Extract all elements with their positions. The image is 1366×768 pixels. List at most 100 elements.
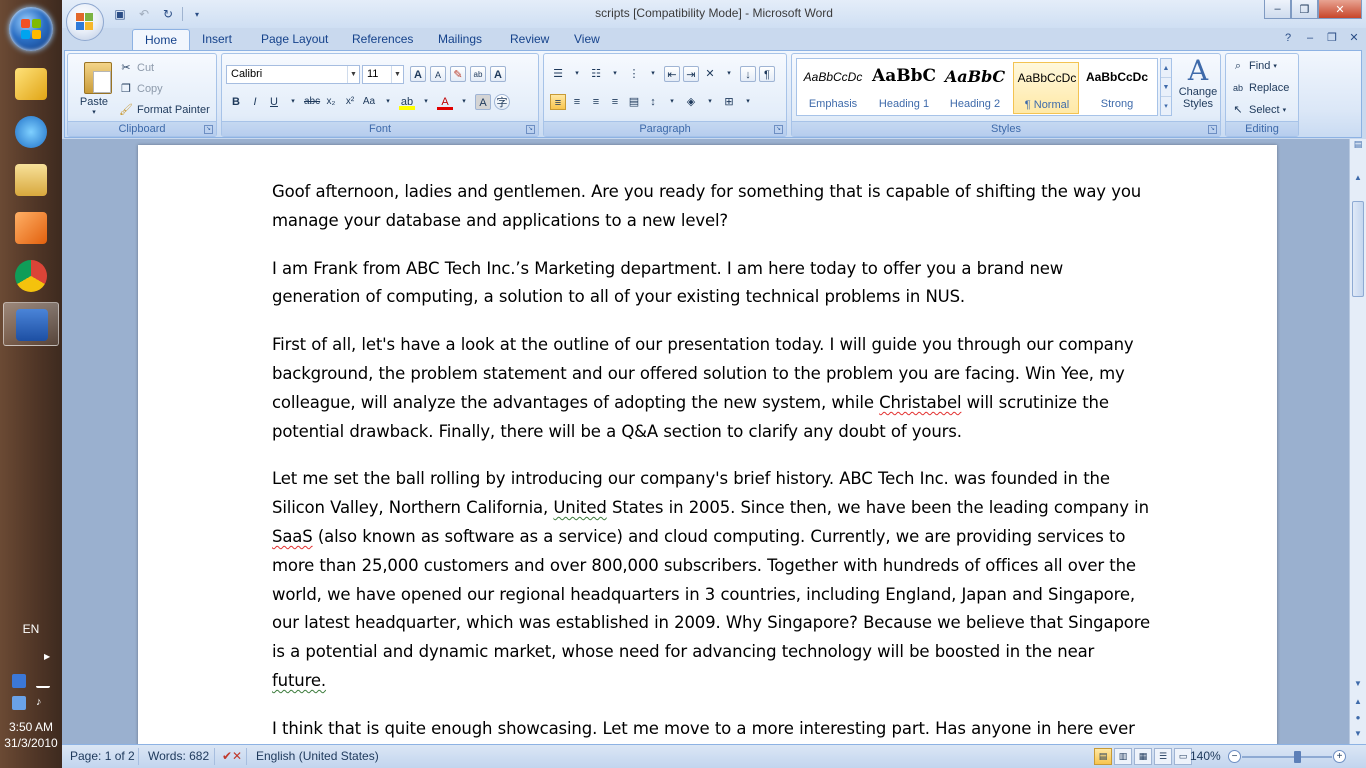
signal-icon[interactable] [36, 674, 50, 688]
proofing-errors-icon[interactable]: ✔✕ [222, 749, 242, 763]
format-painter-button[interactable]: 🖌 Format Painter [118, 102, 210, 118]
font-color-icon[interactable]: A [437, 94, 453, 110]
tab-page-layout[interactable]: Page Layout [249, 29, 340, 51]
change-case-icon[interactable]: Aa [361, 94, 377, 110]
bold-icon[interactable]: B [228, 94, 244, 110]
bullets-icon[interactable]: ☰ [550, 66, 566, 82]
ruler-toggle-icon[interactable]: ▤ [1350, 139, 1366, 169]
outline-view-icon[interactable]: ☰ [1154, 748, 1172, 765]
bullets-dropdown-icon[interactable]: ▾ [569, 66, 585, 82]
font-launcher-icon[interactable]: ↘ [526, 125, 535, 134]
shading-icon[interactable]: ◈ [683, 94, 699, 110]
select-browse-object-icon[interactable]: ● [1350, 711, 1366, 725]
align-right-icon[interactable]: ≡ [588, 94, 604, 110]
subscript-icon[interactable]: x₂ [323, 94, 339, 110]
scroll-up-icon[interactable]: ▲ [1350, 171, 1366, 185]
taskbar-chrome[interactable] [3, 254, 59, 298]
borders-dropdown-icon[interactable]: ▾ [740, 94, 756, 110]
minimize-button[interactable]: – [1264, 0, 1291, 19]
font-name-dropdown-icon[interactable]: ▼ [347, 66, 359, 83]
sort-icon[interactable]: ↓ [740, 66, 756, 82]
clear-formatting-icon[interactable]: ✎ [450, 66, 466, 82]
superscript-icon[interactable]: x² [342, 94, 358, 110]
help-icon[interactable]: ? [1280, 30, 1296, 46]
enclose-characters-icon[interactable]: 字 [494, 94, 510, 110]
highlight-dropdown-icon[interactable]: ▾ [418, 94, 434, 110]
close-button[interactable]: ✕ [1318, 0, 1362, 19]
justify-icon[interactable]: ≡ [607, 94, 623, 110]
style-heading-2[interactable]: AaBbC Heading 2 [942, 62, 1008, 114]
find-button[interactable]: ⌕ Find ▾ [1230, 58, 1277, 74]
previous-page-icon[interactable]: ▲ [1350, 695, 1366, 709]
change-case-dropdown-icon[interactable]: ▾ [380, 94, 396, 110]
character-shading-icon[interactable]: A [475, 94, 491, 110]
redo-icon[interactable]: ↻ [158, 5, 178, 23]
zoom-level[interactable]: 140% [1190, 749, 1221, 763]
office-button[interactable] [66, 3, 104, 41]
network-icon[interactable] [12, 696, 26, 710]
style-normal[interactable]: AaBbCcDc ¶ Normal [1013, 62, 1079, 114]
change-styles-button[interactable]: A Change Styles [1176, 56, 1220, 122]
shrink-font-icon[interactable]: A [430, 66, 446, 82]
print-layout-icon[interactable]: ▤ [1094, 748, 1112, 765]
highlight-color-icon[interactable]: ab [399, 94, 415, 110]
tab-review[interactable]: Review [498, 29, 561, 51]
zoom-out-icon[interactable]: − [1228, 750, 1241, 763]
styles-launcher-icon[interactable]: ↘ [1208, 125, 1217, 134]
line-spacing-icon[interactable]: ↕ [645, 94, 661, 110]
styles-scroll-up-icon[interactable]: ▲ [1161, 59, 1171, 78]
tab-mailings[interactable]: Mailings [426, 29, 494, 51]
phonetic-guide-icon[interactable]: ab [470, 66, 486, 82]
style-emphasis[interactable]: AaBbCcDc Emphasis [800, 62, 866, 114]
document-page[interactable]: Goof afternoon, ladies and gentlemen. Ar… [138, 145, 1277, 744]
multilevel-dropdown-icon[interactable]: ▾ [645, 66, 661, 82]
tab-insert[interactable]: Insert [190, 29, 244, 51]
styles-scroll-down-icon[interactable]: ▼ [1161, 78, 1171, 97]
grammar-error-united[interactable]: United [553, 498, 606, 517]
network-adapter-icon[interactable] [12, 674, 26, 688]
page-count[interactable]: Page: 1 of 2 [70, 749, 135, 763]
select-button[interactable]: ↖ Select ▾ [1230, 102, 1286, 118]
vertical-scrollbar[interactable]: ▤ ▲ ▼ ▲ ● ▼ [1349, 139, 1366, 744]
paragraph-launcher-icon[interactable]: ↘ [774, 125, 783, 134]
scroll-down-icon[interactable]: ▼ [1350, 677, 1366, 691]
tray-expand-icon[interactable]: ▶ [44, 652, 50, 661]
language-indicator[interactable]: EN [0, 622, 62, 636]
paste-button[interactable]: Paste ▾ [72, 56, 116, 120]
tab-home[interactable]: Home [132, 29, 191, 51]
underline-dropdown-icon[interactable]: ▾ [285, 94, 301, 110]
zoom-in-icon[interactable]: + [1333, 750, 1346, 763]
strikethrough-icon[interactable]: abc [304, 94, 320, 110]
align-center-icon[interactable]: ≡ [569, 94, 585, 110]
undo-icon[interactable]: ↶ [134, 5, 154, 23]
spelling-error-saas[interactable]: SaaS [272, 527, 313, 546]
style-strong[interactable]: AaBbCcDc Strong [1084, 62, 1150, 114]
character-border-icon[interactable]: A [490, 66, 506, 82]
taskbar-word[interactable] [3, 302, 59, 346]
doc-restore-icon[interactable]: ❐ [1324, 30, 1340, 46]
numbering-icon[interactable]: ☷ [588, 66, 604, 82]
scroll-thumb[interactable] [1352, 201, 1364, 297]
font-size-combo[interactable]: 11 ▼ [362, 65, 404, 84]
multilevel-list-icon[interactable]: ⋮ [626, 66, 642, 82]
decrease-indent-icon[interactable]: ⇤ [664, 66, 680, 82]
show-formatting-marks-icon[interactable]: ¶ [759, 66, 775, 82]
start-button[interactable] [9, 7, 53, 51]
restore-button[interactable]: ❐ [1291, 0, 1318, 19]
clock[interactable]: 3:50 AM 31/3/2010 [0, 719, 62, 751]
taskbar-media-player[interactable] [3, 206, 59, 250]
grow-font-icon[interactable]: A [410, 66, 426, 82]
save-icon[interactable]: ▣ [110, 5, 130, 23]
line-spacing-dropdown-icon[interactable]: ▾ [664, 94, 680, 110]
doc-close-icon[interactable]: ✕ [1346, 30, 1362, 46]
replace-button[interactable]: ab Replace [1230, 80, 1289, 96]
increase-indent-icon[interactable]: ⇥ [683, 66, 699, 82]
underline-icon[interactable]: U [266, 94, 282, 110]
cut-button[interactable]: ✂ Cut [118, 60, 154, 76]
full-screen-reading-icon[interactable]: ▥ [1114, 748, 1132, 765]
asian-layout-dropdown-icon[interactable]: ▾ [721, 66, 737, 82]
distributed-icon[interactable]: ▤ [626, 94, 642, 110]
style-heading-1[interactable]: AaBbC Heading 1 [871, 62, 937, 114]
numbering-dropdown-icon[interactable]: ▾ [607, 66, 623, 82]
spelling-error-christabel[interactable]: Christabel [879, 393, 961, 412]
